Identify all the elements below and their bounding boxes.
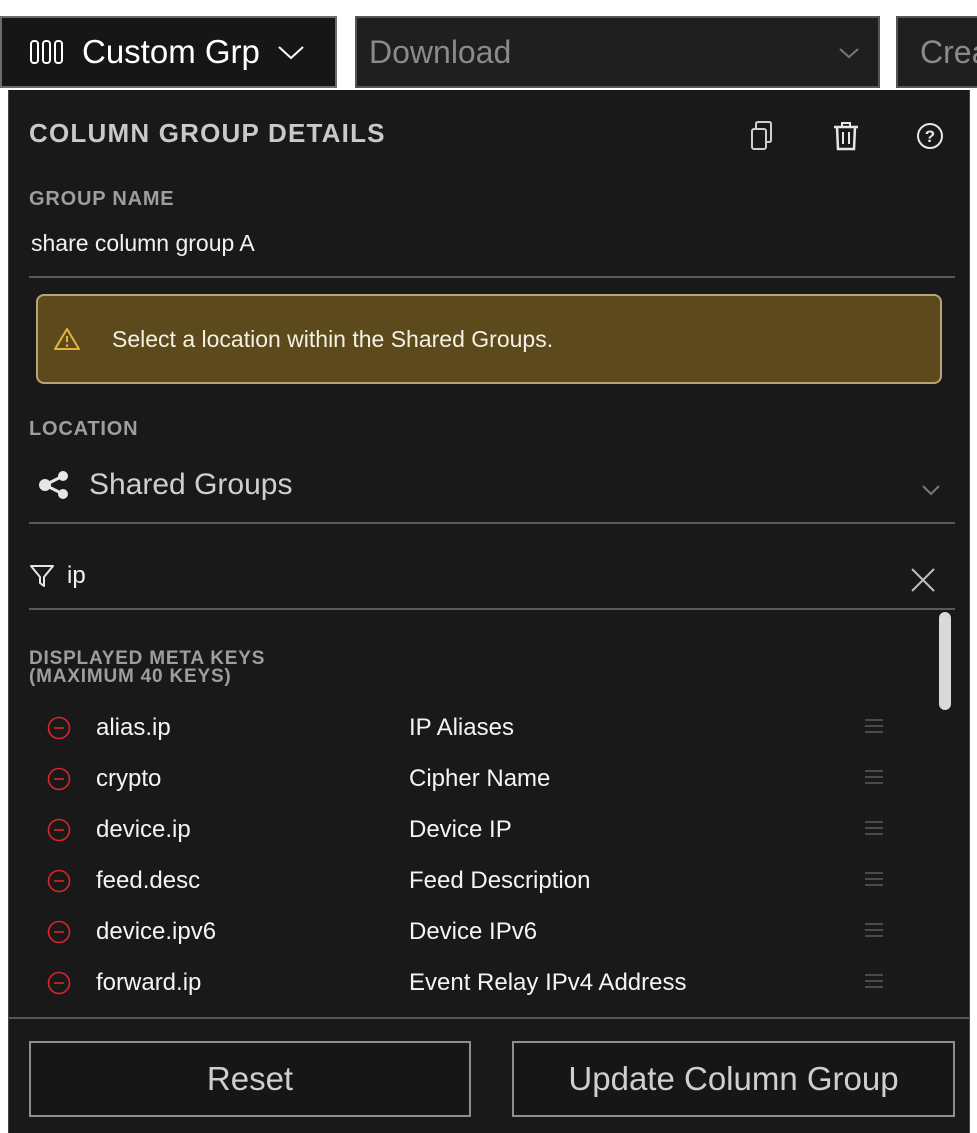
- panel-title: COLUMN GROUP DETAILS: [29, 118, 386, 148]
- filter-value: ip: [67, 562, 86, 589]
- copy-icon[interactable]: [747, 120, 777, 152]
- location-dropdown[interactable]: Shared Groups: [37, 468, 292, 502]
- scrollbar-thumb[interactable]: [939, 612, 951, 710]
- columns-icon: [30, 40, 63, 64]
- group-name-label: GROUP NAME: [29, 188, 175, 210]
- meta-key-row[interactable]: device.ip Device IP: [9, 804, 939, 855]
- keys-header-line2: (MAXIMUM 40 KEYS): [29, 666, 232, 687]
- drag-handle-icon[interactable]: [864, 718, 884, 734]
- download-dropdown[interactable]: Download: [355, 16, 880, 88]
- share-icon: [39, 471, 68, 499]
- remove-icon[interactable]: [47, 869, 71, 893]
- create-dropdown[interactable]: Crea: [896, 16, 977, 88]
- chevron-down-icon: [278, 46, 304, 60]
- location-value: Shared Groups: [89, 468, 293, 501]
- meta-key-description: Feed Description: [409, 866, 591, 894]
- create-label: Crea: [920, 33, 977, 70]
- meta-key-list: alias.ip IP Aliases crypto Cipher Name devic…: [9, 702, 939, 1010]
- trash-icon[interactable]: [831, 120, 861, 152]
- meta-key-row[interactable]: alias.ip IP Aliases: [9, 702, 939, 753]
- svg-text:?: ?: [925, 127, 935, 146]
- meta-key-name: forward.ip: [96, 968, 202, 996]
- location-label: LOCATION: [29, 418, 139, 440]
- remove-icon[interactable]: [47, 920, 71, 944]
- chevron-down-icon[interactable]: [921, 484, 941, 496]
- meta-key-description: Device IPv6: [409, 917, 538, 945]
- filter-underline: [29, 608, 955, 610]
- remove-icon[interactable]: [47, 971, 71, 995]
- meta-key-name: crypto: [96, 764, 162, 792]
- warning-banner: Select a location within the Shared Grou…: [36, 294, 942, 384]
- location-underline: [29, 522, 955, 524]
- reset-button[interactable]: Reset: [29, 1041, 471, 1117]
- footer-divider: [9, 1017, 969, 1019]
- group-name-underline: [29, 276, 955, 278]
- meta-key-row[interactable]: device.ipv6 Device IPv6: [9, 906, 939, 957]
- column-group-dropdown[interactable]: Custom Grp: [0, 16, 337, 88]
- column-group-label: Custom Grp: [82, 33, 260, 70]
- toolbar: Custom Grp Download Crea: [0, 0, 977, 92]
- remove-icon[interactable]: [47, 818, 71, 842]
- remove-icon[interactable]: [47, 767, 71, 791]
- chevron-down-icon: [839, 48, 859, 59]
- meta-key-description: IP Aliases: [409, 713, 514, 741]
- column-group-details-panel: COLUMN GROUP DETAILS ? GROUP NAME share …: [8, 90, 970, 1133]
- warning-icon: [54, 328, 80, 350]
- filter-icon: [30, 565, 54, 587]
- meta-key-name: device.ipv6: [96, 917, 217, 945]
- drag-handle-icon[interactable]: [864, 820, 884, 836]
- download-label: Download: [369, 33, 512, 70]
- warning-text: Select a location within the Shared Grou…: [112, 325, 554, 352]
- meta-key-name: device.ip: [96, 815, 191, 843]
- meta-key-row[interactable]: crypto Cipher Name: [9, 753, 939, 804]
- meta-key-row[interactable]: forward.ip Event Relay IPv4 Address: [9, 957, 939, 1008]
- drag-handle-icon[interactable]: [864, 769, 884, 785]
- meta-key-row[interactable]: feed.desc Feed Description: [9, 855, 939, 906]
- meta-key-name: feed.desc: [96, 866, 201, 894]
- meta-key-description: Cipher Name: [409, 764, 551, 792]
- meta-key-description: Device IP: [409, 815, 512, 843]
- meta-key-name: alias.ip: [96, 713, 171, 741]
- displayed-meta-keys-header: DISPLAYED META KEYS (MAXIMUM 40 KEYS): [29, 649, 265, 687]
- group-name-input[interactable]: share column group A: [31, 230, 255, 257]
- help-icon[interactable]: ?: [915, 120, 945, 152]
- drag-handle-icon[interactable]: [864, 973, 884, 989]
- drag-handle-icon[interactable]: [864, 922, 884, 938]
- update-column-group-button[interactable]: Update Column Group: [512, 1041, 955, 1117]
- meta-key-description: Event Relay IPv4 Address: [409, 968, 687, 996]
- close-icon[interactable]: [909, 566, 937, 594]
- drag-handle-icon[interactable]: [864, 871, 884, 887]
- filter-input[interactable]: ip: [29, 562, 86, 590]
- remove-icon[interactable]: [47, 716, 71, 740]
